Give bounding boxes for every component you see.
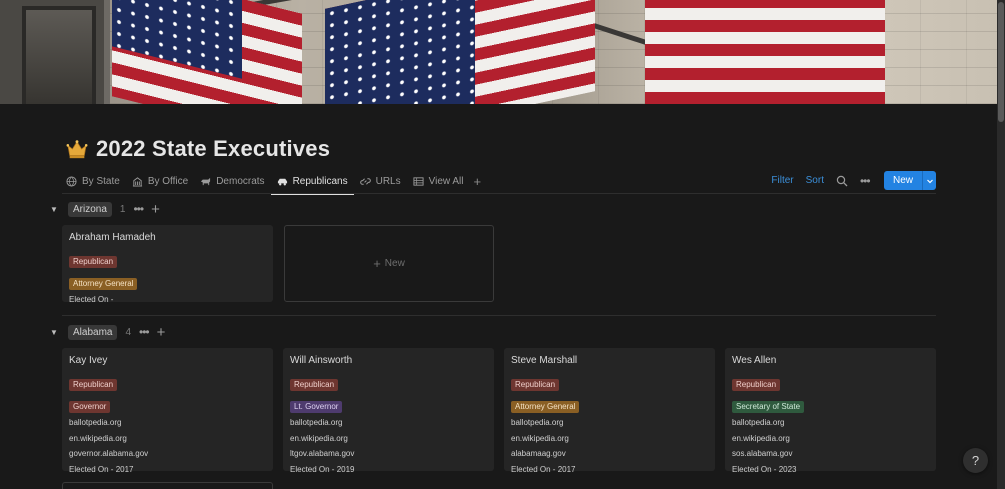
office-tag: Attorney General: [69, 278, 138, 290]
group-header-alabama: ▼ Alabama 4 ••• +: [50, 323, 165, 341]
scrollbar-thumb[interactable]: [998, 2, 1004, 122]
database-toolbar: Filter Sort ••• New: [771, 171, 936, 190]
group-label: Arizona: [68, 201, 112, 217]
elected-on: Elected On - 2023: [732, 464, 797, 474]
flag-image: [645, 0, 885, 104]
new-button-label[interactable]: New: [883, 171, 922, 190]
card-title: Will Ainsworth: [290, 355, 353, 366]
ballotpedia-url[interactable]: ballotpedia.org: [732, 418, 929, 428]
more-options-icon[interactable]: •••: [860, 175, 872, 187]
tab-view-all[interactable]: View All: [407, 168, 470, 194]
group-count: 4: [125, 326, 132, 338]
group-count: 1: [119, 203, 126, 215]
new-record-button[interactable]: New: [883, 171, 936, 190]
tab-label: URLs: [375, 175, 401, 187]
group-divider: [62, 315, 936, 316]
new-card-button[interactable]: [62, 482, 273, 489]
card-steve-marshall[interactable]: Steve Marshall Republican Attorney Gener…: [504, 348, 715, 474]
add-icon[interactable]: +: [157, 324, 166, 341]
tab-label: Republicans: [292, 175, 348, 187]
search-icon[interactable]: [836, 175, 848, 187]
elected-on: Elected On - 2019: [290, 464, 355, 474]
donkey-icon: [201, 177, 211, 185]
official-url[interactable]: alabamaag.gov: [511, 449, 708, 459]
ballotpedia-url[interactable]: ballotpedia.org: [290, 418, 487, 428]
tab-republicans[interactable]: Republicans: [270, 168, 354, 195]
office-tag: Governor: [69, 401, 111, 413]
cover-window: [0, 0, 110, 104]
card-abraham-hamadeh[interactable]: Abraham Hamadeh Republican Attorney Gene…: [62, 225, 273, 304]
office-tag: Lt. Governor: [290, 401, 343, 413]
group-header-arizona: ▼ Arizona 1 ••• +: [50, 200, 160, 218]
ballotpedia-url[interactable]: ballotpedia.org: [69, 418, 266, 428]
sort-button[interactable]: Sort: [806, 175, 824, 186]
party-tag: Republican: [69, 379, 118, 391]
tab-label: Democrats: [216, 175, 265, 187]
tab-by-office[interactable]: By Office: [126, 168, 194, 194]
car-icon: [277, 178, 287, 185]
new-card-label: New: [384, 258, 405, 269]
party-tag: Republican: [732, 379, 781, 391]
card-kay-ivey[interactable]: Kay Ivey Republican Governor ballotpedia…: [62, 348, 273, 474]
tab-urls[interactable]: URLs: [354, 168, 407, 194]
wikipedia-url[interactable]: en.wikipedia.org: [511, 434, 708, 444]
scrollbar[interactable]: [997, 0, 1005, 489]
party-tag: Republican: [290, 379, 339, 391]
add-icon: +: [373, 256, 381, 271]
crown-icon: [66, 140, 88, 159]
tab-by-state[interactable]: By State: [66, 168, 126, 194]
tabs-divider: [62, 193, 936, 194]
more-options-icon[interactable]: •••: [139, 325, 150, 339]
party-tag: Republican: [511, 379, 560, 391]
office-tag: Attorney General: [511, 401, 580, 413]
new-card-button[interactable]: + New: [284, 225, 494, 302]
ballotpedia-url[interactable]: ballotpedia.org: [511, 418, 708, 428]
wikipedia-url[interactable]: en.wikipedia.org: [290, 434, 487, 444]
tab-label: View All: [428, 175, 464, 187]
building-icon: [132, 176, 142, 187]
page-title: 2022 State Executives: [96, 136, 331, 161]
card-will-ainsworth[interactable]: Will Ainsworth Republican Lt. Governor b…: [283, 348, 494, 474]
tab-democrats[interactable]: Democrats: [194, 168, 270, 194]
official-url[interactable]: sos.alabama.gov: [732, 449, 929, 459]
toggle-triangle-icon[interactable]: ▼: [50, 328, 60, 337]
more-options-icon[interactable]: •••: [133, 202, 144, 216]
official-url[interactable]: governor.alabama.gov: [69, 449, 266, 459]
elected-on: Elected On -: [69, 295, 114, 304]
card-title: Steve Marshall: [511, 355, 578, 366]
wikipedia-url[interactable]: en.wikipedia.org: [69, 434, 266, 444]
wikipedia-url[interactable]: en.wikipedia.org: [732, 434, 929, 444]
card-wes-allen[interactable]: Wes Allen Republican Secretary of State …: [725, 348, 936, 474]
tab-label: By State: [82, 175, 120, 187]
party-tag: Republican: [69, 256, 118, 268]
group-label: Alabama: [68, 324, 118, 340]
elected-on: Elected On - 2017: [511, 464, 576, 474]
tab-label: By Office: [147, 175, 189, 187]
filter-button[interactable]: Filter: [771, 175, 793, 186]
flag-image: [112, 0, 302, 104]
card-title: Abraham Hamadeh: [69, 232, 156, 243]
official-url[interactable]: ltgov.alabama.gov: [290, 449, 487, 459]
globe-icon: [66, 175, 77, 187]
toggle-triangle-icon[interactable]: ▼: [50, 205, 60, 214]
chevron-down-icon[interactable]: [922, 171, 936, 190]
card-title: Kay Ivey: [69, 355, 108, 366]
cover-image: [0, 0, 1005, 104]
card-title: Wes Allen: [732, 355, 777, 366]
flag-image: [325, 0, 595, 104]
elected-on: Elected On - 2017: [69, 464, 134, 474]
add-view-icon[interactable]: +: [469, 174, 485, 189]
office-tag: Secretary of State: [732, 401, 805, 413]
add-icon[interactable]: +: [151, 201, 160, 218]
page-header: 2022 State Executives: [66, 134, 330, 164]
table-icon: [413, 176, 424, 186]
link-icon: [359, 177, 371, 185]
view-tabs: By State By Office Democrats Republicans…: [66, 168, 485, 195]
help-button[interactable]: ?: [963, 448, 988, 473]
